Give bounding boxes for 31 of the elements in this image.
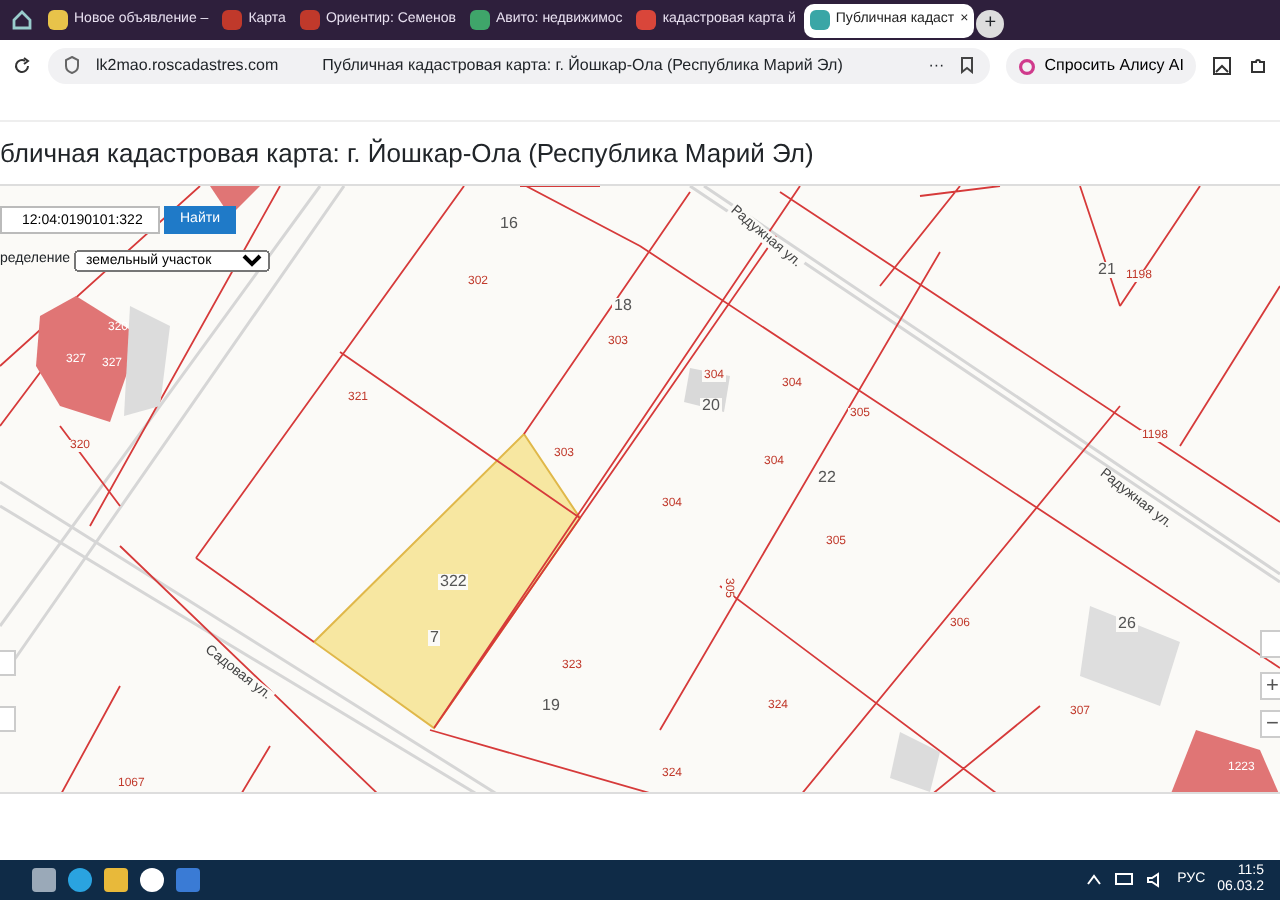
site-domain: lk2mao.roscadastres.com xyxy=(96,54,279,78)
tab-favicon-icon xyxy=(222,10,243,30)
reload-icon[interactable] xyxy=(12,54,32,78)
zoom-out-button[interactable]: − xyxy=(1260,710,1280,738)
house-number: 16 xyxy=(498,216,520,232)
house-number: 26 xyxy=(1116,616,1138,632)
house-number: 20 xyxy=(700,398,722,414)
zoom-in-button[interactable]: + xyxy=(1260,672,1280,700)
network-icon[interactable] xyxy=(1113,872,1134,888)
house-number: 19 xyxy=(540,698,562,714)
tab-favicon-icon xyxy=(469,10,490,30)
home-icon[interactable] xyxy=(12,10,32,30)
new-tab-button[interactable]: + xyxy=(976,10,1005,38)
address-bar[interactable]: lk2mao.roscadastres.com Публичная кадастровая карта: г. Йошкар-Ола (Республика Марий Эл) ··· xyxy=(48,48,991,84)
bookmark-icon[interactable] xyxy=(960,54,975,78)
shield-icon xyxy=(64,54,80,78)
more-menu[interactable]: ··· xyxy=(928,54,945,78)
alice-icon xyxy=(1018,57,1037,75)
house-number: 18 xyxy=(612,298,634,314)
house-number: 21 xyxy=(1096,262,1118,278)
image-icon[interactable] xyxy=(1212,54,1232,78)
tab-favicon-icon xyxy=(48,10,68,30)
tab-favicon-icon xyxy=(809,10,830,30)
tab-favicon-icon xyxy=(636,10,657,30)
tab-favicon-icon xyxy=(299,10,320,30)
house-number: 22 xyxy=(816,470,838,486)
page-title: Публичная кадастровая карта: г. Йошкар-Ола (Республика Марий Эл) xyxy=(322,54,843,78)
tray-chevron-icon[interactable] xyxy=(1085,874,1102,886)
house-number: 322 xyxy=(438,574,469,590)
house-number: 7 xyxy=(428,630,441,646)
ask-alice-button[interactable]: Спросить Алису AI xyxy=(1006,48,1196,84)
